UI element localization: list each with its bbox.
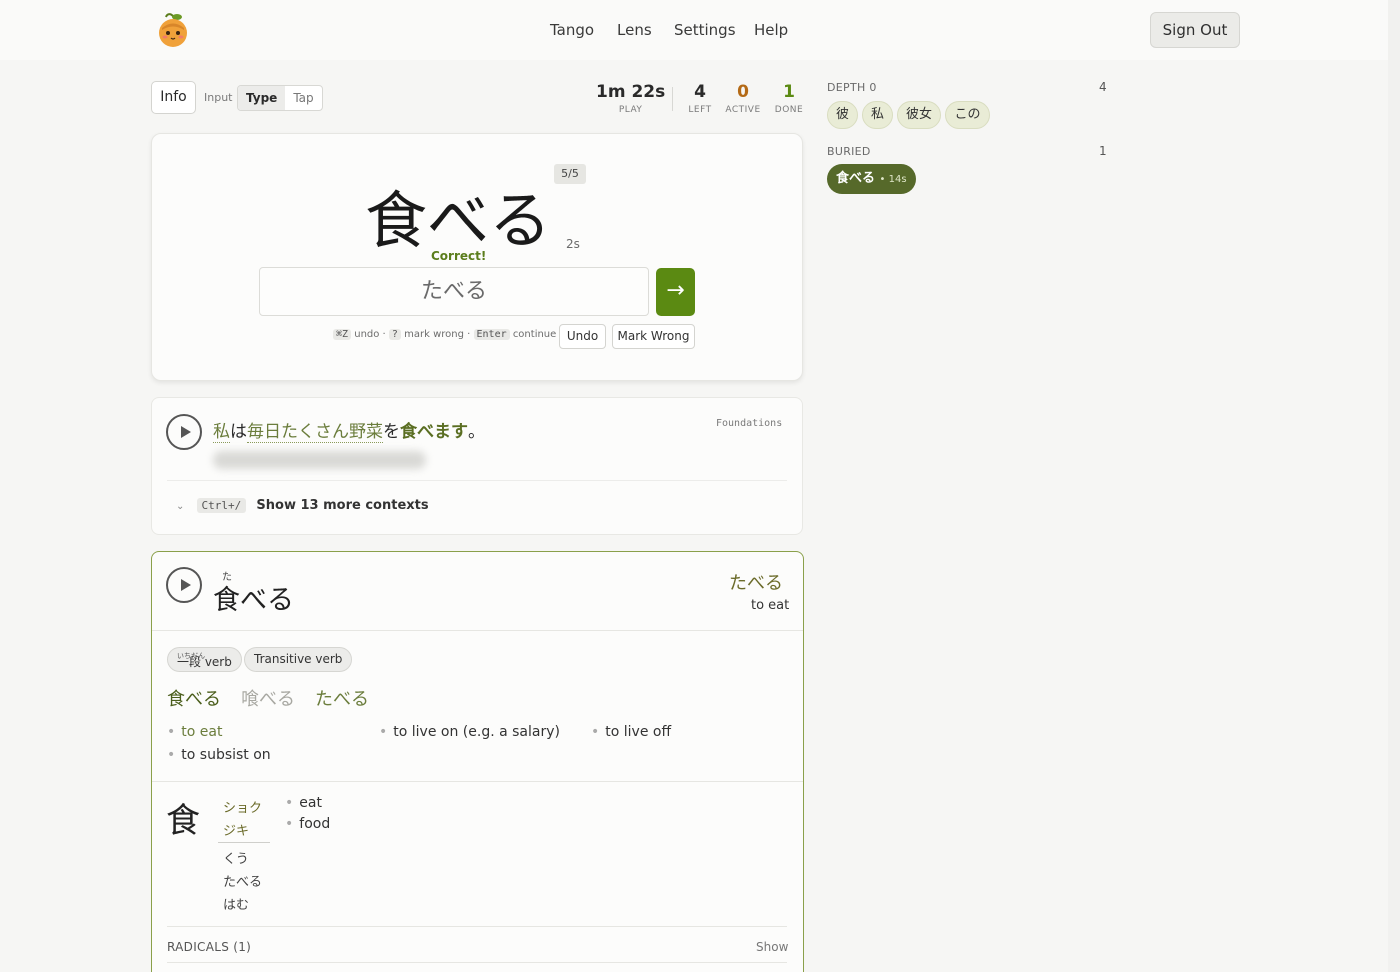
nav-tango[interactable]: Tango: [550, 21, 594, 39]
more-contexts-toggle[interactable]: ⌄ Ctrl+/ Show 13 more contexts: [176, 498, 429, 513]
hidden-translation[interactable]: [213, 451, 426, 469]
active-value: 0: [737, 82, 749, 102]
kanji-meaning: food: [285, 816, 330, 832]
radicals-show-button[interactable]: Show: [756, 940, 788, 954]
continue-hint: continue: [512, 329, 557, 340]
more-contexts-label: Show 13 more contexts: [256, 498, 429, 513]
queue-chip[interactable]: 彼女: [897, 101, 941, 129]
prompt-word: 食べる: [365, 184, 552, 257]
mark-wrong-button[interactable]: Mark Wrong: [612, 324, 695, 349]
tag-label: 一段 verb: [177, 655, 232, 669]
on-reading: ショク: [223, 801, 263, 816]
kun-reading: たべる: [223, 875, 263, 890]
mode-type-option[interactable]: Type: [238, 86, 286, 110]
entry-kana: たべる: [729, 573, 783, 594]
play-time-stat: 1m 22s PLAY: [596, 82, 665, 115]
buried-word: 食べる: [836, 171, 876, 186]
meaning-item: to live off: [591, 724, 671, 740]
arrow-right-icon: →: [666, 278, 685, 303]
meaning-item: to live on (e.g. a salary): [379, 724, 560, 740]
sign-out-button[interactable]: Sign Out: [1150, 12, 1240, 48]
entry-gloss: to eat: [751, 598, 790, 613]
progress-badge: 5/5: [554, 164, 586, 184]
feedback-text: Correct!: [431, 249, 487, 263]
entry-form: たべる: [315, 689, 369, 710]
left-label: LEFT: [688, 105, 712, 115]
play-sentence-icon[interactable]: [166, 414, 202, 450]
answer-input[interactable]: たべる: [259, 267, 649, 316]
transitivity-tag: Transitive verb: [244, 647, 353, 672]
depth-label: DEPTH 0: [827, 81, 877, 94]
queue-chip[interactable]: 彼: [827, 101, 858, 129]
radicals-bottom-divider: [167, 962, 787, 963]
meaning-item: to subsist on: [167, 747, 270, 763]
buried-count: 1: [1099, 144, 1107, 158]
kanji-character[interactable]: 食: [166, 793, 200, 842]
entry-word: 食べる: [213, 585, 294, 616]
queue-chip[interactable]: 私: [862, 101, 893, 129]
chevron-down-icon: ⌄: [176, 501, 185, 512]
done-value: 1: [783, 82, 795, 102]
depth-count: 4: [1099, 80, 1107, 94]
radicals-header: RADICALS (1): [167, 940, 252, 954]
stats-divider: [672, 87, 673, 111]
kanji-meaning: eat: [285, 795, 322, 811]
sentence-end: 。: [468, 422, 485, 442]
left-value: 4: [694, 82, 706, 102]
buried-chip[interactable]: 食べる • 14s: [827, 164, 916, 194]
play-time-label: PLAY: [618, 105, 643, 115]
sentence-target-word[interactable]: 食べます: [400, 422, 468, 442]
on-reading: ジキ: [223, 824, 250, 839]
top-bar: Tango Lens Settings Help Sign Out: [0, 0, 1388, 60]
shortcut-key: Ctrl+/: [196, 498, 247, 513]
play-time-value: 1m 22s: [596, 82, 666, 102]
nav-lens[interactable]: Lens: [617, 21, 652, 39]
context-divider: [167, 480, 787, 481]
left-stat: 4 LEFT: [687, 82, 713, 115]
context-sentence: 私は毎日たくさん野菜を食べます。: [213, 417, 485, 443]
active-stat: 0 ACTIVE: [724, 82, 762, 115]
answer-timer: 2s: [566, 237, 580, 251]
undo-key: ⌘Z: [333, 329, 352, 340]
entry-divider: [152, 630, 803, 631]
input-mode-label: Input: [204, 91, 233, 104]
entry-form: 喰べる: [241, 689, 295, 710]
reading-divider: [218, 842, 270, 843]
queue-chip[interactable]: この: [945, 101, 990, 129]
buried-time: • 14s: [879, 174, 907, 185]
mark-wrong-key: ?: [388, 329, 401, 340]
meaning-item: to eat: [167, 724, 222, 740]
keyboard-hints: ⌘Z undo · ? mark wrong · Enter continue: [333, 329, 556, 340]
sentence-particle: を: [383, 422, 400, 442]
sentence-word[interactable]: 毎日たくさん野菜: [247, 422, 383, 443]
play-word-icon[interactable]: [166, 567, 202, 603]
entry-form: 食べる: [167, 689, 221, 710]
undo-button[interactable]: Undo: [559, 324, 606, 349]
buried-label: BURIED: [827, 145, 871, 158]
kun-reading: はむ: [223, 898, 250, 913]
radicals-divider: [167, 926, 787, 927]
done-label: DONE: [774, 105, 804, 115]
continue-key: Enter: [473, 329, 510, 340]
kun-reading: くう: [223, 852, 249, 867]
input-mode-toggle: Type Tap: [237, 85, 323, 111]
nav-settings[interactable]: Settings: [674, 21, 736, 39]
undo-hint: undo ·: [354, 329, 386, 340]
kanji-divider: [152, 781, 803, 782]
page-scrollbar[interactable]: [1388, 0, 1400, 972]
info-button[interactable]: Info: [151, 81, 196, 114]
sentence-particle: は: [230, 422, 247, 442]
mode-tap-option[interactable]: Tap: [285, 86, 321, 110]
done-stat: 1 DONE: [773, 82, 805, 115]
active-label: ACTIVE: [725, 105, 761, 115]
mark-wrong-hint: mark wrong ·: [404, 329, 471, 340]
source-tag: Foundations: [716, 418, 783, 429]
sentence-word[interactable]: 私: [213, 422, 230, 443]
mascot-logo-icon[interactable]: [155, 12, 191, 48]
nav-help[interactable]: Help: [754, 21, 788, 39]
submit-arrow-button[interactable]: →: [656, 268, 695, 316]
verb-class-tag: いちだん 一段 verb: [167, 647, 242, 672]
